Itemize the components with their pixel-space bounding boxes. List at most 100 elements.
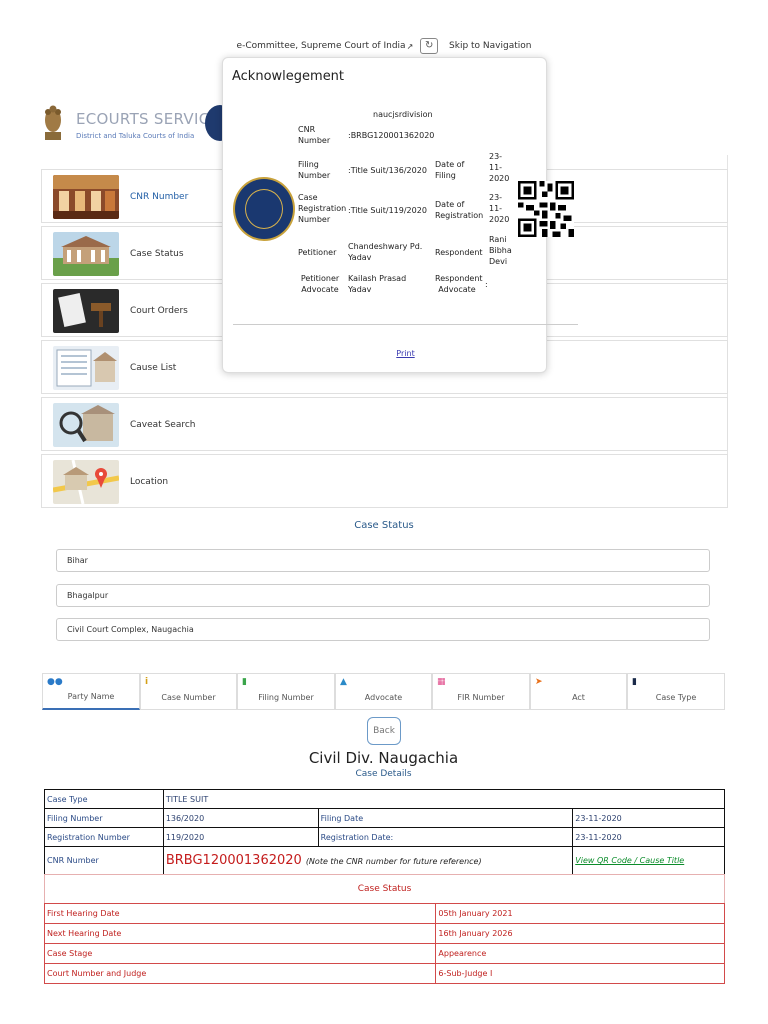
ack-pet-adv-label: Petitioner Advocate [300,274,340,294]
committee-link[interactable]: e-Committee, Supreme Court of India [237,41,406,51]
court-complex-select[interactable]: Civil Court Complex, Naugachia [56,618,710,641]
site-header: ECOURTS SERVICES District and Taluka Cou… [40,100,240,150]
ack-cnr-label: CNR Number [298,125,331,145]
status-label: Court Number and Judge [43,963,437,984]
ack-petitioner-label: Petitioner [298,248,337,257]
state-select[interactable]: Bihar [56,549,710,572]
table-row: Case Stage Appearence [43,943,725,964]
ack-filing-label: Filing Number [298,160,331,180]
print-link[interactable]: Print [223,349,588,358]
refresh-button[interactable]: ↻ [420,38,439,54]
menu-label: CNR Number [130,192,189,202]
people-icon: ●● [47,677,63,687]
brand-subtitle: District and Taluka Courts of India [76,132,195,140]
ack-respondent-value: Rani Bibha Devi [489,235,512,266]
search-tabs: ●● Party Name i Case Number ▮ Filing Num… [42,673,725,710]
cnr-note: (Note the CNR number for future referenc… [305,857,482,866]
ack-date-reg-value: 23-11-2020 [489,193,510,224]
calendar-icon: ▦ [437,677,446,687]
national-emblem-icon [45,105,61,140]
status-label: First Hearing Date [43,903,437,924]
tab-advocate[interactable]: ▲ Advocate [335,673,432,710]
skip-navigation-link[interactable]: Skip to Navigation [449,41,531,51]
status-label: Next Hearing Date [43,923,437,944]
tab-label: Filing Number [258,693,314,702]
ack-resp-adv-value: : [485,280,488,289]
qr-cell: View QR Code / Cause Title [572,846,725,875]
case-result: Back Civil Div. Naugachia Case Details C… [42,710,726,984]
court-building-thumbnail [53,232,119,276]
district-select[interactable]: Bhagalpur [56,584,710,607]
gavel-thumbnail [53,289,119,333]
copy-icon: ▮ [242,677,247,687]
top-bar: e-Committee, Supreme Court of India↗ ↻ S… [0,38,768,54]
case-details-heading: Case Details [355,769,412,779]
case-type-value: TITLE SUIT [162,789,726,809]
registration-date-value: 23-11-2020 [572,827,725,847]
case-status-title: Case Status [44,874,725,904]
ack-filing-value: :Title Suit/136/2020 [348,166,427,175]
tab-fir-number[interactable]: ▦ FIR Number [432,673,530,710]
ack-date-filing-value: 23-11-2020 [489,152,510,183]
tab-label: FIR Number [457,693,505,702]
case-status-table: First Hearing Date 05th January 2021 Next… [43,903,725,984]
filing-number-label: Filing Number [44,808,164,828]
table-row: Filing Number 136/2020 Filing Date 23-11… [44,808,725,828]
menu-label: Court Orders [130,306,188,316]
tab-party-name[interactable]: ●● Party Name [42,673,140,710]
tab-act[interactable]: ➤ Act [530,673,627,710]
menu-item-location[interactable]: Location [41,454,728,508]
registration-number-value: 119/2020 [162,827,319,847]
registration-number-label: Registration Number [44,827,164,847]
list-thumbnail [53,346,119,390]
court-name: Civil Div. Naugachia [308,749,459,767]
ack-date-reg-label: Date of Registration [435,200,484,220]
modal-title: Acknowlegement [232,69,345,84]
status-value: 05th January 2021 [435,903,725,924]
status-value: Appearence [435,943,725,964]
filing-number-value: 136/2020 [162,808,319,828]
tab-case-number[interactable]: i Case Number [140,673,237,710]
external-link-icon: ↗ [406,41,414,51]
menu-item-caveat-search[interactable]: Caveat Search [41,397,728,451]
ack-respondent-label: Respondent [435,248,483,257]
cnr-label: CNR Number [44,846,164,875]
menu-label: Location [130,477,169,487]
view-qr-code-link[interactable]: View QR Code / Cause Title [575,856,684,865]
ack-petitioner-value: Chandeshwary Pd. Yadav [348,242,423,262]
case-details-table: Case Type TITLE SUIT Filing Number 136/2… [44,789,726,875]
table-row: Court Number and Judge 6-Sub-Judge I [43,963,725,984]
table-row: Case Type TITLE SUIT [44,789,726,809]
table-row: CNR Number BRBG120001362020 (Note the CNR… [44,846,725,875]
tab-filing-number[interactable]: ▮ Filing Number [237,673,335,710]
ack-pet-adv-value: Kailash Prasad Yadav [348,274,407,294]
acknowledgement-modal: Acknowlegement naucjsrdivision CNR Numbe… [222,57,578,373]
court-seal-icon [233,177,295,241]
tab-case-type[interactable]: ▮ Case Type [627,673,725,710]
back-button[interactable]: Back [367,717,401,745]
modal-divider [233,324,578,325]
filing-date-label: Filing Date [317,808,574,828]
tab-label: Case Type [655,693,697,702]
ack-cnr-value: :BRBG120001362020 [348,131,435,140]
cnr-cell: BRBG120001362020 (Note the CNR number for… [162,846,574,875]
registration-date-label: Registration Date: [317,827,574,847]
table-row: First Hearing Date 05th January 2021 [43,903,725,924]
magnifier-thumbnail [53,403,119,447]
status-value: 16th January 2026 [435,923,725,944]
courtroom-thumbnail [53,175,119,219]
ack-reg-label: Case Registration Number [298,193,347,224]
tab-label: Advocate [364,693,403,702]
map-thumbnail [53,460,119,504]
user-icon: ▲ [340,677,347,687]
qr-code-icon [518,181,574,237]
menu-label: Case Status [130,249,184,259]
hammer-icon: ➤ [535,677,543,687]
status-value: 6-Sub-Judge I [435,963,725,984]
case-status-heading: Case Status [354,520,414,531]
tab-label: Party Name [67,692,115,701]
table-row: Next Hearing Date 16th January 2026 [43,923,725,944]
case-type-label: Case Type [44,789,164,809]
ack-date-filing-label: Date of Filing [435,160,465,180]
menu-label: Cause List [130,363,177,373]
